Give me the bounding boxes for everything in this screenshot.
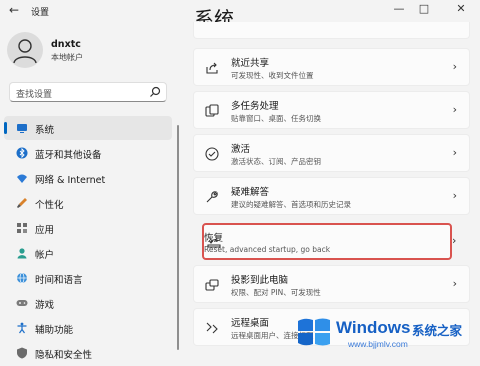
brush-icon (16, 197, 28, 209)
card-title: 恢复 (204, 233, 224, 244)
sidebar-item-label: 帐户 (35, 250, 55, 261)
settings-card-troubleshoot[interactable]: 疑难解答 建议的疑难解答、首选项和历史记录 › (193, 177, 470, 215)
sidebar-item-label: 个性化 (35, 200, 64, 211)
card-title: 就近共享 (231, 58, 270, 69)
card-description: 建议的疑难解答、首选项和历史记录 (231, 200, 351, 209)
settings-card-multitasking[interactable]: 多任务处理 贴靠窗口、桌面、任务切换 › (193, 91, 470, 129)
sidebar-item-personalization[interactable]: 个性化 (4, 191, 172, 215)
search-icon (150, 86, 161, 97)
back-button[interactable]: ← (9, 3, 19, 17)
sidebar-item-label: 蓝牙和其他设备 (35, 150, 102, 161)
monitor-icon (16, 122, 28, 134)
avatar[interactable] (7, 32, 43, 68)
shield-icon (16, 347, 28, 359)
person-avatar-icon (13, 39, 37, 64)
sidebar-item-apps[interactable]: 应用 (4, 216, 172, 240)
sidebar-scrollbar[interactable] (177, 125, 179, 350)
sidebar-item-label: 网络 & Internet (35, 175, 106, 186)
check-circle-icon (205, 147, 219, 161)
card-description: 贴靠窗口、桌面、任务切换 (231, 114, 321, 123)
person-icon (16, 247, 28, 259)
sidebar-item-label: 应用 (35, 225, 55, 236)
globe-icon (16, 272, 28, 284)
search-placeholder: 查找设置 (16, 90, 53, 100)
card-title: 激活 (231, 144, 251, 155)
card-description: 激活状态、订阅、产品密钥 (231, 157, 321, 166)
watermark-cn-text: 系统之家 (412, 323, 463, 338)
sidebar-item-network[interactable]: 网络 & Internet (4, 166, 172, 190)
sidebar-item-privacy[interactable]: 隐私和安全性 (4, 341, 172, 365)
chevron-right-icon: › (452, 103, 457, 116)
user-name: dnxtc (51, 39, 81, 50)
search-input[interactable]: 查找设置 (9, 82, 167, 102)
title-bar: ← 设置 — □ ✕ (0, 0, 480, 22)
sidebar-item-accessibility[interactable]: 辅助功能 (4, 316, 172, 340)
app-title: 设置 (31, 8, 50, 18)
watermark-url: www.bjjmlv.com (348, 339, 408, 349)
share-icon (206, 62, 218, 74)
chevron-right-icon: › (452, 234, 457, 247)
card-title: 投影到此电脑 (231, 275, 289, 286)
sidebar-item-system[interactable]: 系统 (4, 116, 172, 140)
windows-logo-icon (298, 318, 330, 346)
sidebar-item-label: 隐私和安全性 (35, 350, 93, 361)
chevron-right-icon: › (452, 60, 457, 73)
account-type: 本地帐户 (51, 53, 83, 62)
watermark: Windows 系统之家 www.bjjmlv.com (292, 311, 480, 355)
sidebar-item-label: 时间和语言 (35, 275, 83, 286)
gamepad-icon (16, 297, 28, 309)
sidebar-item-accounts[interactable]: 帐户 (4, 241, 172, 265)
sidebar-item-bluetooth[interactable]: 蓝牙和其他设备 (4, 141, 172, 165)
sidebar-item-label: 系统 (35, 125, 55, 136)
settings-card-activation[interactable]: 激活 激活状态、订阅、产品密钥 › (193, 134, 470, 172)
remote-desktop-icon (206, 322, 218, 334)
apps-icon (16, 222, 28, 234)
chevron-right-icon: › (452, 189, 457, 202)
settings-card-project-to-pc[interactable]: 投影到此电脑 权限、配对 PIN、可发现性 › (193, 265, 470, 303)
minimize-button[interactable]: — (388, 2, 410, 15)
wifi-icon (16, 172, 28, 184)
watermark-brand: Windows (336, 318, 411, 337)
close-button[interactable]: ✕ (450, 2, 472, 15)
sidebar-item-gaming[interactable]: 游戏 (4, 291, 172, 315)
settings-card-nearby-sharing[interactable]: 就近共享 可发现性、收到文件位置 › (193, 48, 470, 86)
projector-icon (205, 279, 219, 291)
multitask-icon (205, 104, 219, 117)
sidebar-item-label: 游戏 (35, 300, 55, 311)
card-title: 远程桌面 (231, 318, 270, 329)
sidebar-item-label: 辅助功能 (35, 325, 74, 336)
card-title: 疑难解答 (231, 187, 270, 198)
sidebar-nav: 系统 蓝牙和其他设备 网络 & Internet 个性化 应用 帐户 时间和语言… (4, 116, 172, 366)
card-description: 可发现性、收到文件位置 (231, 71, 314, 80)
card-title: 多任务处理 (231, 101, 279, 112)
settings-card-recovery[interactable]: 恢复 Reset, advanced startup, go back (202, 223, 452, 260)
card-description: 权限、配对 PIN、可发现性 (231, 288, 321, 297)
accessibility-icon (16, 322, 28, 334)
card-description: Reset, advanced startup, go back (204, 245, 331, 254)
bluetooth-icon (16, 147, 28, 159)
chevron-right-icon: › (452, 277, 457, 290)
chevron-right-icon: › (452, 146, 457, 159)
sidebar-item-time-language[interactable]: 时间和语言 (4, 266, 172, 290)
wrench-icon (206, 191, 218, 203)
maximize-button[interactable]: □ (413, 2, 435, 15)
partial-card[interactable] (193, 22, 470, 39)
